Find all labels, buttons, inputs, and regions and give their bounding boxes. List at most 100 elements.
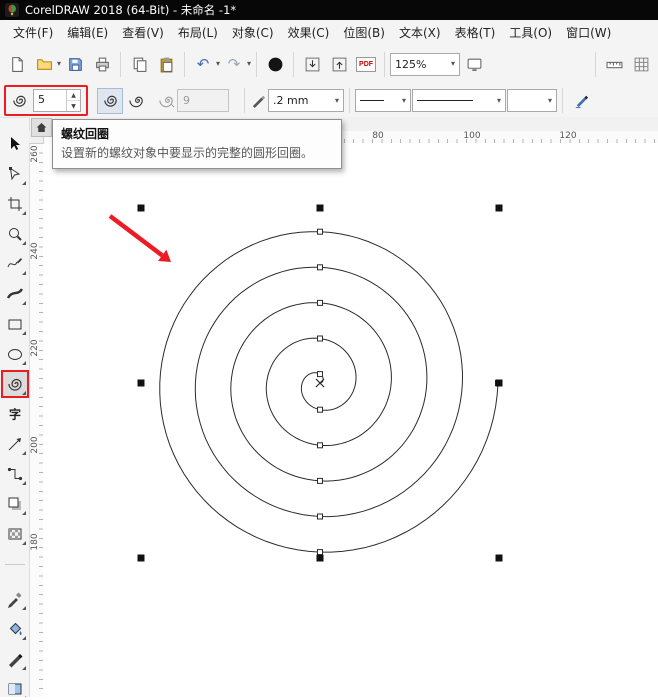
open-document-button[interactable] [31, 51, 57, 77]
connector-tool[interactable] [3, 462, 27, 486]
copy-button[interactable] [126, 51, 152, 77]
spiral-node[interactable] [318, 407, 323, 412]
outline-pen-tool[interactable] [3, 647, 27, 671]
zoom-level-combo[interactable]: 125% ▾ [390, 53, 460, 76]
import-button[interactable] [299, 51, 325, 77]
selection-handle[interactable] [496, 555, 503, 562]
spiral-node[interactable] [318, 336, 323, 341]
spiral-node[interactable] [318, 550, 323, 555]
zoom-level-value: 125% [395, 58, 426, 71]
spinner-down-button[interactable]: ▼ [67, 101, 80, 111]
outline-style-combo[interactable]: ▾ [412, 89, 506, 112]
selection-handle[interactable] [138, 555, 145, 562]
chevron-down-icon: ▾ [335, 97, 339, 105]
fullscreen-preview-button[interactable] [461, 51, 487, 77]
text-tool[interactable]: 字 [3, 402, 27, 426]
selection-handle[interactable] [317, 555, 324, 562]
redo-button[interactable]: ↷ [221, 51, 247, 77]
canvas[interactable] [43, 143, 658, 697]
spiral-node[interactable] [318, 265, 323, 270]
chevron-down-icon: ▾ [548, 97, 552, 105]
menu-object[interactable]: 对象(C) [225, 21, 281, 44]
transparency-tool[interactable] [3, 522, 27, 546]
color-eyedropper-tool[interactable] [3, 587, 27, 611]
print-button[interactable] [89, 51, 115, 77]
crop-icon [6, 195, 24, 213]
ruler-label: 200 [30, 435, 40, 455]
spiral-object[interactable] [160, 232, 498, 552]
welcome-screen-tab[interactable] [31, 118, 52, 137]
spiral-node[interactable] [318, 514, 323, 519]
toolbar-separator [256, 52, 257, 77]
line-sample-icon [360, 100, 384, 101]
pick-cursor-icon [6, 135, 24, 153]
shape-tool[interactable] [3, 162, 27, 186]
spiral-node[interactable] [318, 478, 323, 483]
toolbar-separator [293, 52, 294, 77]
show-rulers-button[interactable] [601, 51, 627, 77]
paste-button[interactable] [153, 51, 179, 77]
selection-handle[interactable] [138, 205, 145, 212]
ruler-icon [606, 56, 623, 73]
crop-tool[interactable] [3, 192, 27, 216]
pick-tool[interactable] [3, 132, 27, 156]
quick-customize-button[interactable] [568, 88, 594, 114]
spiral-node[interactable] [318, 443, 323, 448]
drop-shadow-tool[interactable] [3, 492, 27, 516]
spiral-node[interactable] [318, 300, 323, 305]
menu-tools[interactable]: 工具(O) [502, 21, 559, 44]
toolbar-separator [562, 88, 563, 113]
ruler-label: 220 [30, 338, 40, 358]
menu-window[interactable]: 窗口(W) [559, 21, 618, 44]
zoom-tool[interactable] [3, 222, 27, 246]
search-content-button[interactable] [262, 51, 288, 77]
magnifier-icon [6, 225, 24, 243]
menu-effects[interactable]: 效果(C) [281, 21, 337, 44]
smart-fill-tool[interactable] [3, 617, 27, 641]
undo-button[interactable]: ↶ [190, 51, 216, 77]
spiral-tool[interactable] [3, 372, 27, 396]
export-button[interactable] [326, 51, 352, 77]
menu-text[interactable]: 文本(X) [392, 21, 448, 44]
interactive-fill-tool[interactable] [3, 677, 27, 697]
save-button[interactable] [62, 51, 88, 77]
open-folder-icon [36, 56, 53, 73]
chevron-down-icon[interactable]: ▾ [216, 60, 220, 68]
canvas-scene[interactable] [43, 143, 658, 697]
spinner-up-button[interactable]: ▲ [67, 90, 80, 101]
publish-pdf-button[interactable]: PDF [353, 51, 379, 77]
menu-layout[interactable]: 布局(L) [171, 21, 225, 44]
dimension-tool[interactable] [3, 432, 27, 456]
object-center-marker[interactable] [316, 379, 324, 387]
menu-bitmaps[interactable]: 位图(B) [336, 21, 392, 44]
outline-width-combo[interactable]: .2 mm ▾ [268, 89, 344, 112]
show-grid-button[interactable] [628, 51, 654, 77]
menu-view[interactable]: 查看(V) [115, 21, 171, 44]
vertical-ruler[interactable]: 260 240 220 200 180 [29, 143, 44, 697]
selection-handle[interactable] [317, 205, 324, 212]
new-document-button[interactable] [4, 51, 30, 77]
chevron-down-icon[interactable]: ▾ [57, 60, 61, 68]
coreldraw-app-icon [5, 3, 19, 17]
menu-table[interactable]: 表格(T) [448, 21, 503, 44]
spiral-node[interactable] [318, 372, 323, 377]
symmetric-spiral-button[interactable] [97, 88, 123, 114]
symmetric-spiral-icon [102, 92, 119, 109]
menu-edit[interactable]: 编辑(E) [60, 21, 115, 44]
artistic-media-tool[interactable] [3, 282, 27, 306]
start-arrowhead-combo[interactable]: ▾ [355, 89, 411, 112]
ellipse-tool[interactable] [3, 342, 27, 366]
spiral-revolutions-spinner[interactable]: 5 ▲ ▼ [33, 89, 81, 112]
selection-handle[interactable] [496, 380, 503, 387]
chevron-down-icon[interactable]: ▾ [247, 60, 251, 68]
rectangle-tool[interactable] [3, 312, 27, 336]
freehand-tool[interactable] [3, 252, 27, 276]
logarithmic-spiral-button[interactable] [124, 88, 150, 114]
spiral-node[interactable] [318, 229, 323, 234]
end-arrowhead-combo[interactable]: ▾ [507, 89, 557, 112]
redo-icon: ↷ [228, 57, 241, 72]
selection-handle[interactable] [138, 380, 145, 387]
tooltip-title: 螺纹回圈 [61, 125, 333, 142]
selection-handle[interactable] [496, 205, 503, 212]
menu-file[interactable]: 文件(F) [6, 21, 60, 44]
